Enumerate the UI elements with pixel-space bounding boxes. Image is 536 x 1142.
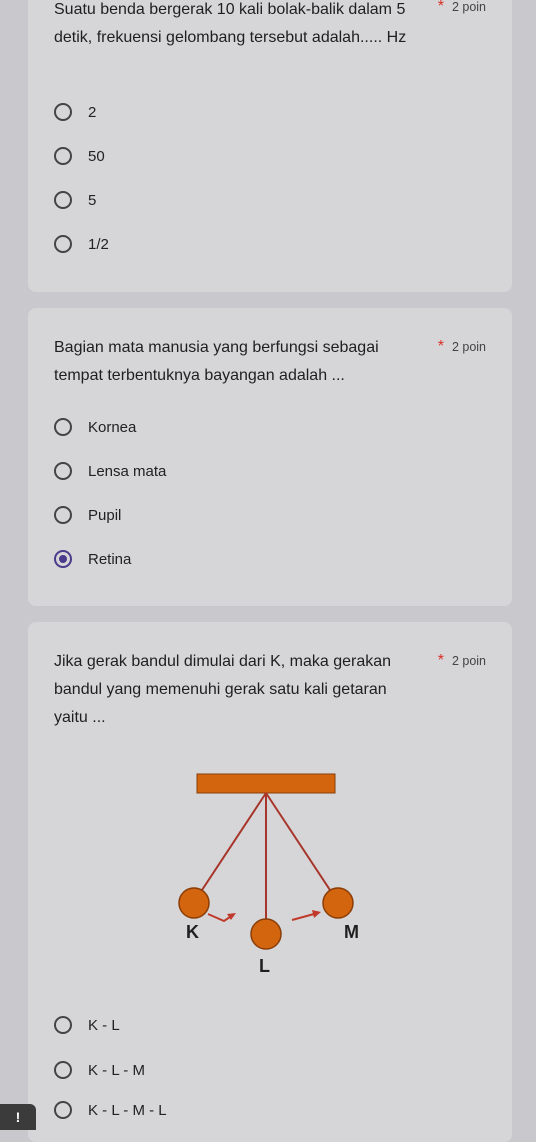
radio-button[interactable] — [54, 103, 72, 121]
required-star: * — [437, 338, 444, 355]
option-k-l-m-l[interactable]: K - L - M - L — [54, 1098, 167, 1122]
pendulum-support-bar — [196, 773, 336, 794]
points-label: 2 poin — [451, 654, 486, 668]
option-label: 2 — [88, 103, 97, 121]
option-label: 5 — [88, 191, 97, 209]
option-kornea[interactable]: Kornea — [54, 415, 136, 439]
pendulum-string-right — [265, 792, 331, 891]
option-label: K - L - M - L — [88, 1101, 167, 1119]
required-points: * 2 poin — [438, 338, 486, 356]
option-k-l[interactable]: K - L — [54, 1013, 120, 1037]
radio-button[interactable] — [54, 1016, 72, 1034]
option-lensa-mata[interactable]: Lensa mata — [54, 459, 166, 483]
option-label: 1/2 — [88, 235, 109, 253]
option-2[interactable]: 2 — [54, 100, 96, 124]
option-label: Retina — [88, 550, 132, 568]
option-5[interactable]: 5 — [54, 188, 96, 212]
question-text: Bagian mata manusia yang berfungsi sebag… — [54, 339, 379, 384]
required-points: * 2 poin — [438, 652, 486, 670]
option-retina[interactable]: Retina — [54, 547, 131, 571]
radio-button-selected[interactable] — [54, 550, 72, 568]
option-label: 50 — [88, 147, 105, 165]
required-points: * 2 poin — [438, 0, 486, 16]
bob-k — [178, 887, 210, 919]
radio-button[interactable] — [54, 235, 72, 253]
question-text: Jika gerak bandul dimulai dari K, maka g… — [54, 653, 392, 726]
arrow-l-to-m — [291, 913, 315, 921]
bob-l — [250, 918, 282, 950]
required-star: * — [437, 0, 444, 15]
radio-button[interactable] — [54, 418, 72, 436]
radio-button[interactable] — [54, 1101, 72, 1119]
question-card-1: Suatu benda bergerak 10 kali bolak-balik… — [28, 0, 512, 292]
option-label: K - L - M — [88, 1061, 145, 1079]
pendulum-figure: K L M — [178, 773, 359, 976]
question-text: Suatu benda bergerak 10 kali bolak-balik… — [54, 1, 407, 46]
points-label: 2 poin — [451, 340, 486, 354]
label-m: M — [344, 922, 359, 942]
option-50[interactable]: 50 — [54, 144, 105, 168]
question-card-2: Bagian mata manusia yang berfungsi sebag… — [28, 308, 512, 606]
label-k: K — [186, 922, 199, 942]
pendulum-string-left — [201, 792, 267, 891]
option-label: Lensa mata — [88, 462, 167, 480]
radio-button[interactable] — [54, 462, 72, 480]
radio-button[interactable] — [54, 191, 72, 209]
question-card-3: Jika gerak bandul dimulai dari K, maka g… — [28, 622, 512, 1142]
arrow-head-l-to-m — [312, 910, 321, 918]
radio-button[interactable] — [54, 506, 72, 524]
option-1-2[interactable]: 1/2 — [54, 232, 109, 256]
warning-badge[interactable]: ! — [0, 1104, 36, 1130]
option-label: Pupil — [88, 506, 122, 524]
required-star: * — [437, 652, 444, 669]
radio-button[interactable] — [54, 1061, 72, 1079]
radio-button[interactable] — [54, 147, 72, 165]
option-label: Kornea — [88, 418, 137, 436]
label-l: L — [259, 956, 270, 976]
points-label: 2 poin — [451, 0, 486, 14]
option-k-l-m[interactable]: K - L - M — [54, 1058, 145, 1082]
bob-m — [322, 887, 354, 919]
option-label: K - L — [88, 1016, 120, 1034]
option-pupil[interactable]: Pupil — [54, 503, 121, 527]
